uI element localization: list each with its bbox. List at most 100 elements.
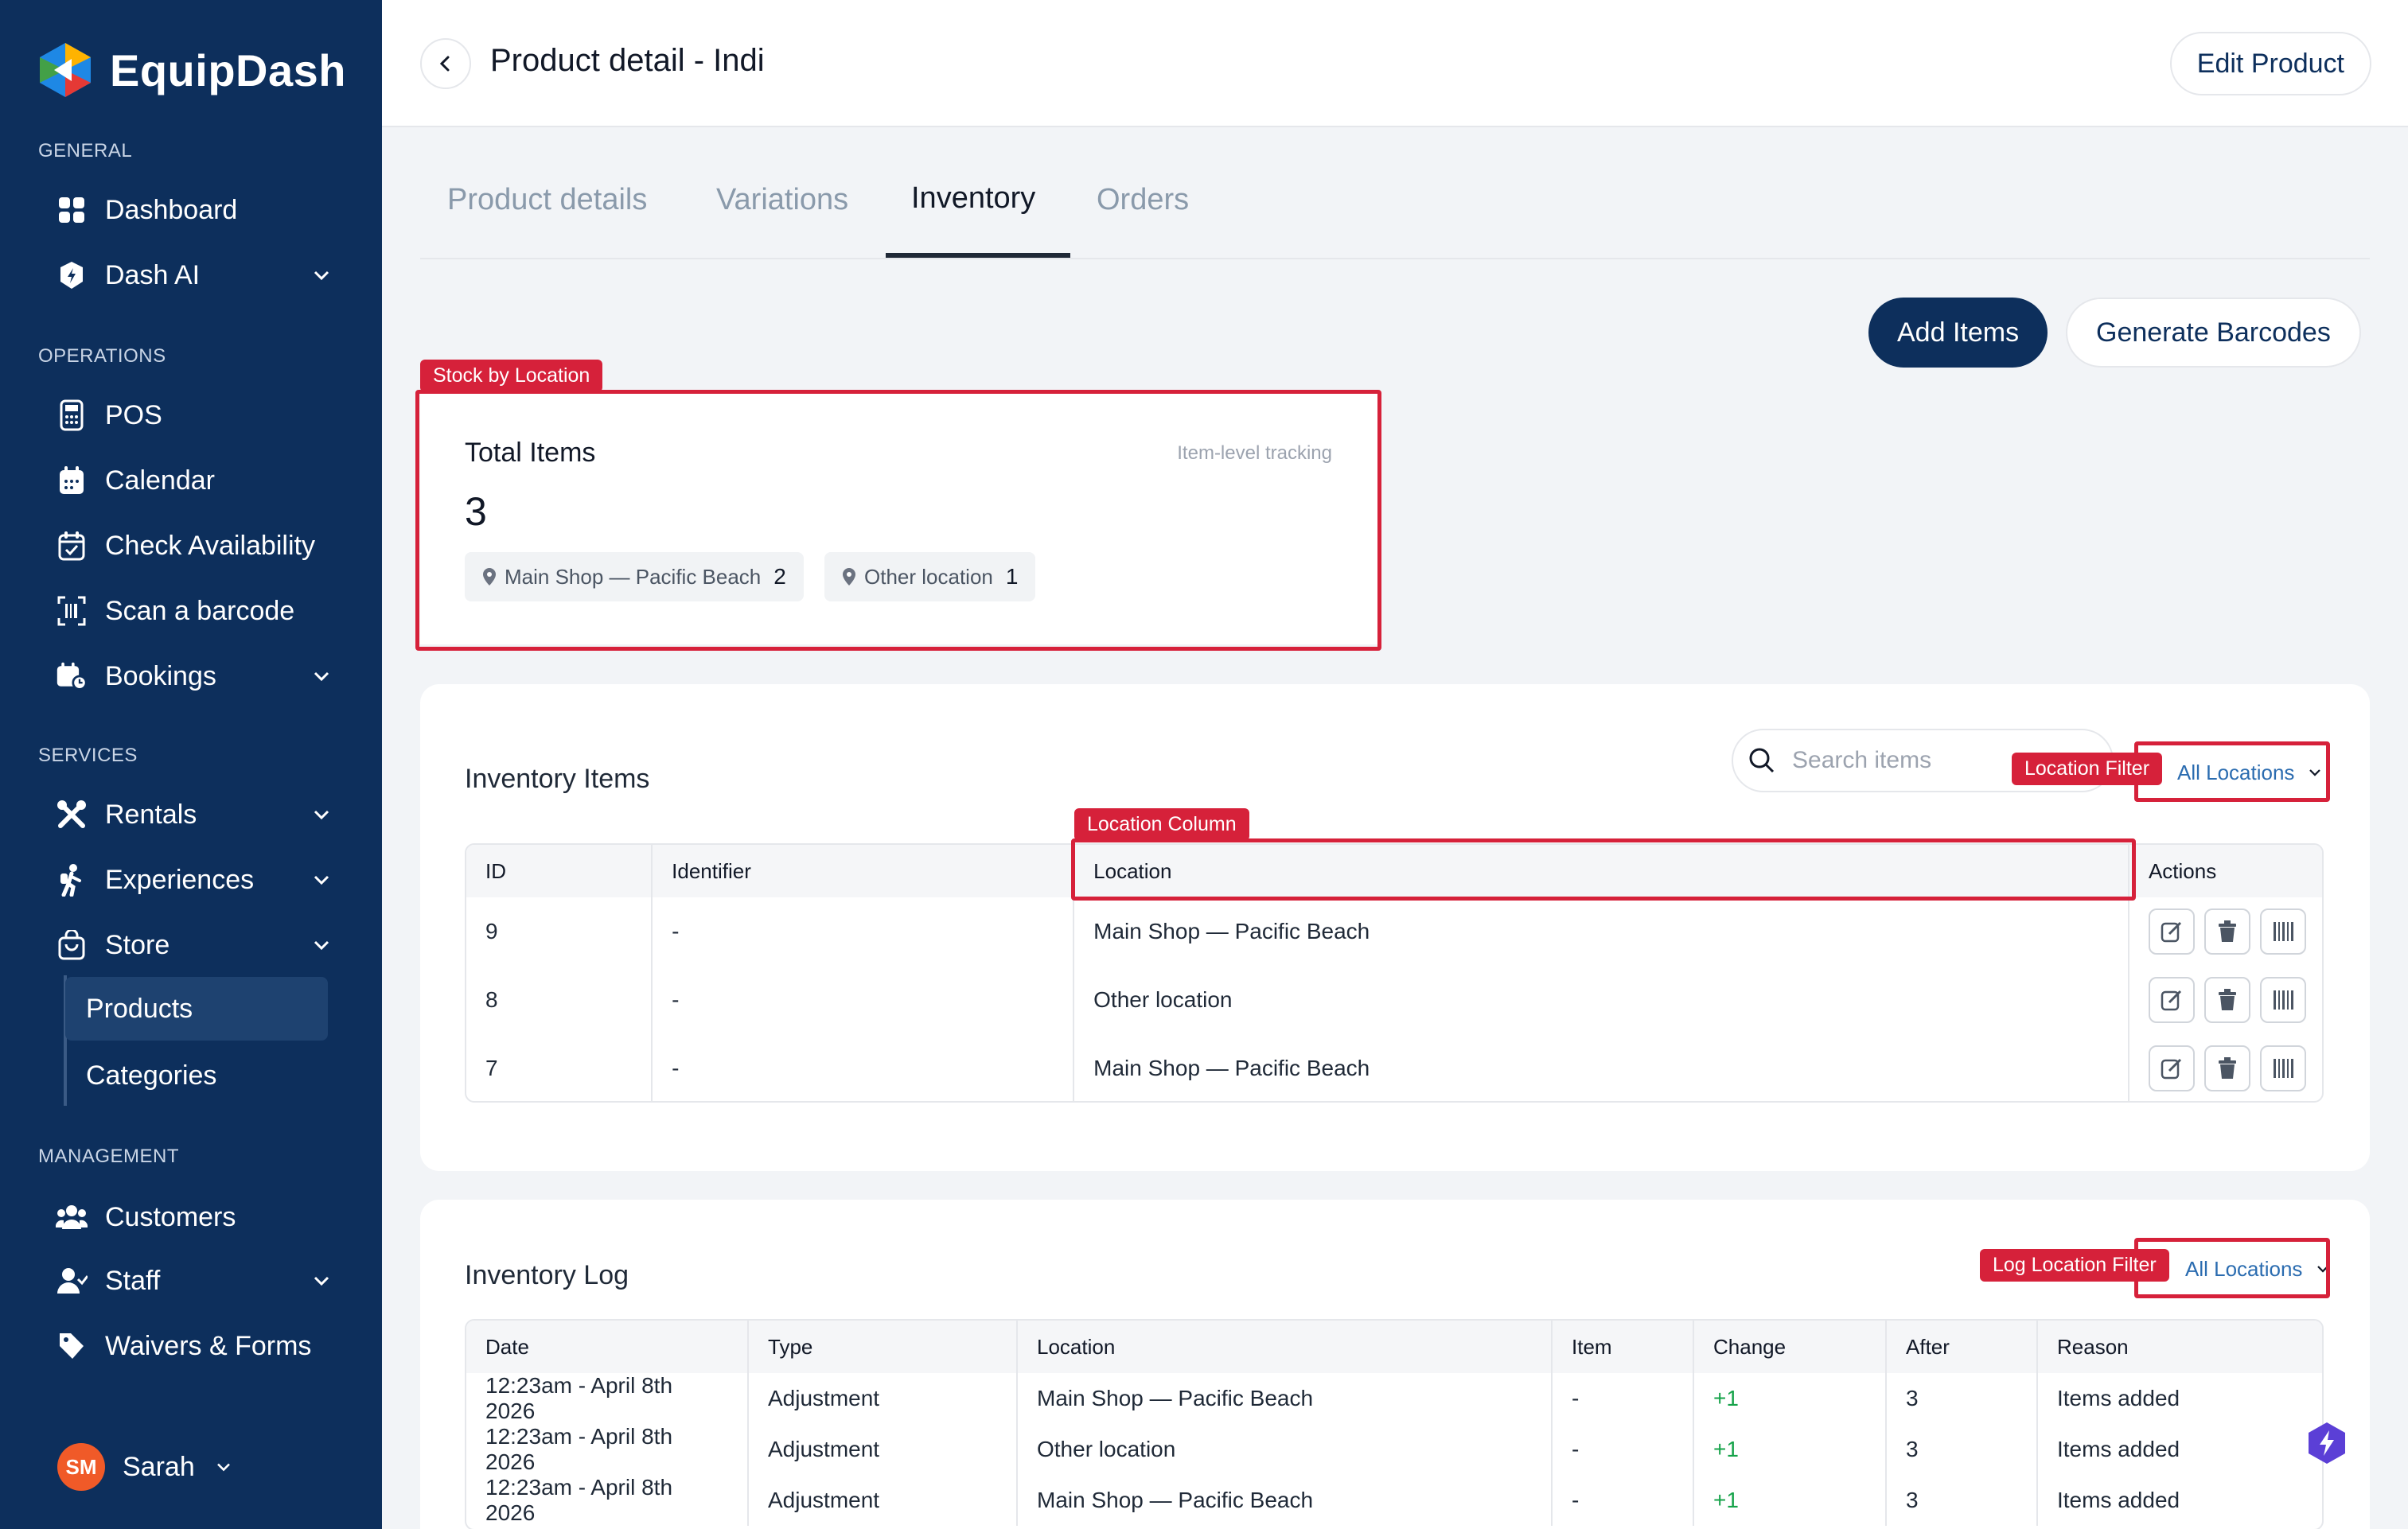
- tab-bar: Product details Variations Inventory Ord…: [420, 167, 2370, 259]
- cell-type: Adjustment: [748, 1424, 1018, 1475]
- sidebar-item-label: Calendar: [105, 465, 215, 496]
- sidebar-item-bookings[interactable]: Bookings: [56, 651, 334, 702]
- ai-shield-icon: [56, 259, 88, 291]
- generate-barcodes-button[interactable]: Generate Barcodes: [2066, 298, 2361, 368]
- sidebar-item-products[interactable]: Products: [65, 977, 328, 1041]
- equipdash-logo-icon: [40, 43, 91, 97]
- tab-inventory[interactable]: Inventory: [911, 181, 1035, 216]
- cell-location: Other location: [1017, 1424, 1553, 1475]
- column-header-change[interactable]: Change: [1693, 1321, 1887, 1373]
- shopping-bag-icon: [56, 929, 88, 961]
- sidebar-item-label: POS: [105, 399, 162, 430]
- cell-location: Main Shop — Pacific Beach: [1017, 1373, 1553, 1424]
- edit-icon: [2161, 990, 2182, 1011]
- tab-orders[interactable]: Orders: [1097, 183, 1189, 217]
- tab-product-details[interactable]: Product details: [447, 183, 647, 217]
- column-header-id[interactable]: ID: [466, 845, 653, 897]
- calendar-check-icon: [56, 530, 88, 562]
- sidebar-item-label: Store: [105, 929, 170, 960]
- edit-item-button[interactable]: [2148, 1045, 2195, 1091]
- sidebar-item-categories[interactable]: Categories: [65, 1044, 328, 1107]
- cell-change: +1: [1693, 1475, 1887, 1526]
- users-icon: [56, 1201, 88, 1233]
- cell-date: 12:23am - April 8th 2026: [466, 1424, 749, 1475]
- hiker-icon: [56, 864, 88, 897]
- bookings-icon: [56, 660, 88, 692]
- delete-item-button[interactable]: [2203, 1045, 2250, 1091]
- delete-item-button[interactable]: [2203, 977, 2250, 1023]
- sidebar-item-check-availability[interactable]: Check Availability: [56, 520, 334, 571]
- sidebar-item-dashboard[interactable]: Dashboard: [56, 185, 334, 235]
- sidebar-item-customers[interactable]: Customers: [56, 1192, 334, 1243]
- edit-item-button[interactable]: [2148, 908, 2195, 955]
- sidebar-item-rentals[interactable]: Rentals: [56, 789, 334, 840]
- location-column-tag: Location Column: [1074, 808, 1249, 841]
- delete-item-button[interactable]: [2203, 908, 2250, 955]
- brand-logo[interactable]: EquipDash: [35, 40, 346, 100]
- chevron-left-icon: [439, 56, 450, 72]
- sidebar-item-label: Bookings: [105, 660, 216, 691]
- cell-item: -: [1552, 1475, 1694, 1526]
- cell-item: -: [1552, 1373, 1694, 1424]
- sidebar-item-experiences[interactable]: Experiences: [56, 854, 334, 905]
- table-row[interactable]: 7 - Main Shop — Pacific Beach: [466, 1034, 2322, 1101]
- chevron-down-icon: [314, 940, 329, 951]
- edit-item-button[interactable]: [2148, 977, 2195, 1023]
- column-header-reason[interactable]: Reason: [2037, 1321, 2322, 1373]
- print-barcode-button[interactable]: [2259, 908, 2306, 955]
- location-filter-highlight: [2134, 741, 2330, 802]
- stock-by-location-highlight: [415, 390, 1381, 651]
- cell-identifier: -: [652, 1034, 1075, 1101]
- cell-location: Other location: [1073, 966, 2129, 1034]
- print-barcode-button[interactable]: [2259, 977, 2306, 1023]
- table-row[interactable]: 9 - Main Shop — Pacific Beach: [466, 897, 2322, 966]
- column-header-after[interactable]: After: [1886, 1321, 2038, 1373]
- add-items-button[interactable]: Add Items: [1868, 298, 2048, 368]
- sidebar-item-dash-ai[interactable]: Dash AI: [56, 250, 334, 301]
- cell-after: 3: [1886, 1475, 2038, 1526]
- cell-change: +1: [1693, 1373, 1887, 1424]
- back-button[interactable]: [420, 38, 471, 89]
- cell-reason: Items added: [2057, 1437, 2180, 1461]
- edit-product-button[interactable]: Edit Product: [2169, 32, 2371, 95]
- ai-assistant-icon[interactable]: [2306, 1421, 2348, 1465]
- tab-variations[interactable]: Variations: [716, 183, 848, 217]
- calendar-icon: [56, 465, 88, 496]
- avatar: SM: [57, 1443, 105, 1491]
- sidebar-item-label: Rentals: [105, 799, 197, 830]
- barcode-icon: [2273, 922, 2293, 941]
- chevron-down-icon: [216, 1463, 230, 1472]
- sidebar-item-label: Staff: [105, 1265, 161, 1296]
- cell-date: 12:23am - April 8th 2026: [466, 1475, 749, 1526]
- search-icon: [1749, 748, 1775, 773]
- sidebar-item-label: Check Availability: [105, 530, 315, 561]
- column-header-actions: Actions: [2128, 845, 2322, 897]
- sidebar-item-calendar[interactable]: Calendar: [56, 455, 334, 506]
- sidebar: EquipDash GENERAL Dashboard Dash AI OPER…: [0, 0, 382, 1529]
- user-menu[interactable]: SM Sarah: [57, 1443, 235, 1491]
- column-header-identifier[interactable]: Identifier: [652, 845, 1075, 897]
- cell-date: 12:23am - April 8th 2026: [466, 1373, 749, 1424]
- column-header-date[interactable]: Date: [466, 1321, 749, 1373]
- cell-location: Main Shop — Pacific Beach: [1073, 1034, 2129, 1101]
- column-header-location[interactable]: Location: [1017, 1321, 1553, 1373]
- sidebar-item-staff[interactable]: Staff: [56, 1255, 334, 1306]
- column-header-item[interactable]: Item: [1552, 1321, 1694, 1373]
- cell-reason: Items added: [2057, 1488, 2180, 1512]
- column-header-type[interactable]: Type: [748, 1321, 1018, 1373]
- barcode-scan-icon: [56, 595, 88, 627]
- sidebar-item-label: Dashboard: [105, 194, 238, 225]
- sidebar-item-scan-barcode[interactable]: Scan a barcode: [56, 586, 334, 636]
- sidebar-item-pos[interactable]: POS: [56, 390, 334, 441]
- chevron-down-icon: [314, 270, 329, 281]
- active-tab-indicator: [886, 253, 1070, 258]
- table-row: 12:23am - April 8th 2026 Adjustment Main…: [466, 1475, 2322, 1526]
- table-row[interactable]: 8 - Other location: [466, 966, 2322, 1034]
- sidebar-item-store[interactable]: Store: [56, 920, 334, 971]
- print-barcode-button[interactable]: [2259, 1045, 2306, 1091]
- sidebar-item-waivers[interactable]: Waivers & Forms: [56, 1321, 334, 1371]
- chevron-down-icon: [314, 1276, 329, 1286]
- cell-after: 3: [1886, 1424, 2038, 1475]
- inventory-items-title: Inventory Items: [465, 764, 650, 794]
- sidebar-item-label: Customers: [105, 1201, 236, 1232]
